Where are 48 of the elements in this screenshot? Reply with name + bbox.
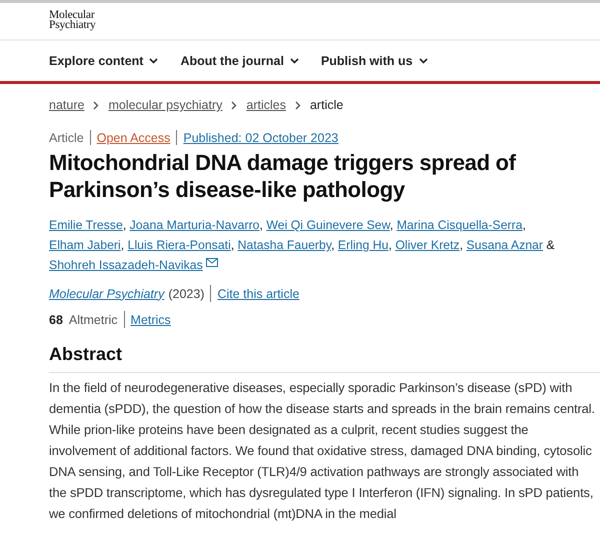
nav-menu-button[interactable]: About the journal (180, 54, 299, 68)
author-link[interactable]: Natasha Fauerby (238, 238, 332, 252)
author-separator: , (260, 218, 263, 232)
abstract-text: In the field of neurodegenerative diseases, especially sporadic Parkinson’s disease (sPD) with dementia (sPDD), the question of how the disease starts and spreads in the brain remains central. While prion-like proteins have been designated as a culprit, recent studies suggest the involvement of additional factors. We found that oxidative stress, damaged DNA binding, cytosolic DNA sensing, and Toll-Like Receptor (TLR)4/9 activation pathways are strongly associated with the sPDD transcriptome, which has dysregulated type I Interferon (IFN) signaling. In sPD patients, we confirmed deletions of mitochondrial (mt)DNA in the medial (49, 379, 595, 523)
nav-menu-button[interactable]: Explore content (49, 54, 158, 68)
author-separator: , (388, 238, 392, 252)
metrics-link[interactable]: Metrics (130, 312, 171, 326)
author-separator: , (122, 218, 126, 232)
author-link[interactable]: Oliver Kretz (395, 238, 460, 252)
article-title: Mitochondrial DNA damage triggers spread of Parkinson’s disease-like pathology (49, 149, 517, 203)
breadcrumb-link[interactable]: molecular psychiatry (108, 98, 222, 112)
author-link[interactable]: Erling Hu (338, 238, 388, 252)
author-link[interactable]: Emilie Tresse (49, 218, 123, 232)
author-link[interactable]: Wei Qi Guinevere Sew (266, 218, 390, 232)
mail-icon[interactable] (206, 258, 218, 267)
author-link[interactable]: Shohreh Issazadeh-Navikas (49, 258, 203, 272)
breadcrumb-current: article (310, 98, 344, 112)
cite-link[interactable]: Cite this article (217, 286, 300, 300)
author-link[interactable]: Susana Aznar (466, 238, 543, 252)
chevron-down-icon (290, 58, 299, 64)
author-separator: , (390, 218, 394, 232)
altmetric-count: 68 (49, 312, 63, 326)
chevron-down-icon (149, 58, 158, 64)
nav-menu-button[interactable]: Publish with us (320, 54, 428, 68)
section-heading: Abstract (49, 344, 600, 373)
author-link[interactable]: Marina Cisquella-Serra (396, 218, 522, 232)
open-access-link[interactable]: Open Access (96, 130, 170, 144)
author-link[interactable]: Lluis Riera-Ponsati (128, 238, 231, 252)
author-separator: , (460, 238, 463, 252)
journal-logo[interactable]: Molecular Psychiatry (49, 10, 96, 30)
published-date-link[interactable]: Published: 02 October 2023 (183, 130, 338, 144)
author-separator: , (120, 238, 124, 252)
author-separator: , (230, 238, 234, 252)
author-link[interactable]: Elham Jaberi (49, 238, 121, 252)
author-separator: , (522, 218, 526, 232)
author-link[interactable]: Joana Marturia-Navarro (130, 218, 260, 232)
author-separator: , (331, 238, 334, 252)
chevron-right-icon (231, 100, 238, 110)
breadcrumb-link[interactable]: nature (49, 98, 84, 112)
chevron-right-icon (294, 100, 301, 110)
publication-year: (2023) (168, 286, 204, 300)
author-separator: & (546, 238, 555, 252)
altmetric-label: Altmetric (68, 312, 118, 326)
breadcrumb-link[interactable]: articles (246, 98, 286, 112)
chevron-down-icon (418, 58, 428, 64)
chevron-right-icon (93, 100, 100, 110)
journal-link[interactable]: Molecular Psychiatry (49, 286, 164, 300)
article-type: Article (49, 130, 84, 144)
